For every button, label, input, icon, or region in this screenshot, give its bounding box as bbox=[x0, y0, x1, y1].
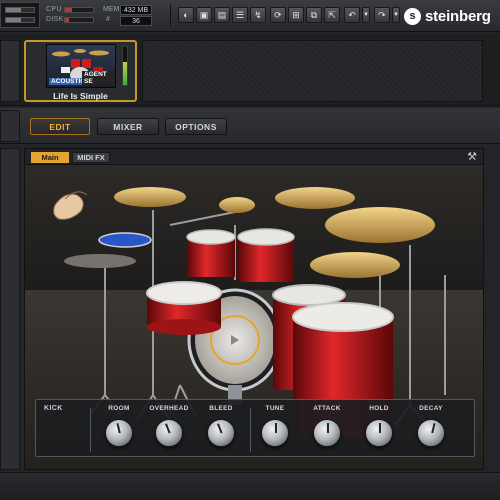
hold-label: HOLD bbox=[369, 405, 389, 412]
voices-label: # bbox=[106, 16, 110, 23]
app-window: CPU DISK MEM # 432 MB 36 ◐ ▣ ▤ ☰ ↯ ⟳ ⊞ ⧉… bbox=[0, 0, 500, 500]
tab-midi-fx[interactable]: MIDI FX bbox=[72, 152, 110, 163]
cut-icon: ◐ bbox=[183, 10, 189, 20]
decay-knob-group: DECAY bbox=[406, 405, 456, 447]
export-icon: ⇱ bbox=[328, 9, 336, 20]
preset-level-meter bbox=[122, 46, 128, 86]
output-meter bbox=[0, 2, 40, 28]
hold-knob-group: HOLD bbox=[354, 405, 404, 447]
empty-preset-slot[interactable] bbox=[142, 40, 484, 102]
toolbar-divider bbox=[170, 4, 171, 26]
bleed-label: BLEED bbox=[209, 405, 233, 412]
room-knob-group: ROOM bbox=[94, 405, 144, 447]
voices-value: 36 bbox=[120, 16, 152, 26]
decay-label: DECAY bbox=[419, 405, 443, 412]
loop-icon: ⟳ bbox=[274, 9, 282, 20]
undo-button[interactable]: ↶ bbox=[344, 7, 360, 23]
attack-knob[interactable] bbox=[313, 419, 341, 447]
tune-knob[interactable] bbox=[261, 419, 289, 447]
cpu-meter bbox=[64, 7, 94, 13]
decay-knob[interactable] bbox=[417, 419, 445, 447]
preset-scrollbar[interactable] bbox=[482, 40, 490, 102]
bleed-knob-group: BLEED bbox=[196, 405, 246, 447]
redo-button[interactable]: ↷ bbox=[374, 7, 390, 23]
tab-main[interactable]: Main bbox=[31, 152, 69, 163]
meter-bar-left bbox=[5, 7, 35, 13]
tab-options[interactable]: OPTIONS bbox=[165, 118, 227, 135]
undo-icon: ↶ bbox=[348, 9, 356, 20]
section-tabs: EDIT MIXER OPTIONS bbox=[0, 108, 500, 144]
image-icon: ▣ bbox=[199, 9, 209, 20]
edit-icon-button[interactable]: ▤ bbox=[214, 7, 230, 23]
tune-knob-group: TUNE bbox=[250, 405, 300, 447]
attack-label: ATTACK bbox=[313, 405, 341, 412]
grid-icon: ⊞ bbox=[292, 9, 300, 20]
undo-menu-button[interactable]: ▼ bbox=[362, 7, 370, 23]
layers-icon-button[interactable]: ⧉ bbox=[306, 7, 322, 23]
preset-strip: ACOUSTIC AGENT SE Life Is Simple bbox=[0, 34, 500, 106]
overhead-label: OVERHEAD bbox=[149, 405, 189, 412]
cut-icon-button[interactable]: ◐ bbox=[178, 7, 194, 23]
mem-value: 432 MB bbox=[120, 5, 152, 15]
steinberg-logo[interactable]: s steinberg bbox=[404, 6, 491, 26]
main-left-rail[interactable] bbox=[0, 148, 20, 470]
room-label: ROOM bbox=[108, 405, 130, 412]
settings-icon-button[interactable]: ☰ bbox=[232, 7, 248, 23]
preset-name: Life Is Simple bbox=[53, 91, 108, 101]
kick-mixer-panel: KICK ROOM OVERHEAD BLEED TUNE ATTACK HOL… bbox=[35, 399, 475, 457]
attack-knob-group: ATTACK bbox=[302, 405, 352, 447]
loop-icon-button[interactable]: ⟳ bbox=[270, 7, 286, 23]
disk-label: DISK bbox=[46, 16, 64, 23]
top-toolbar: CPU DISK MEM # 432 MB 36 ◐ ▣ ▤ ☰ ↯ ⟳ ⊞ ⧉… bbox=[0, 0, 500, 32]
room-knob[interactable] bbox=[105, 419, 133, 447]
tune-label: TUNE bbox=[265, 405, 285, 412]
cpu-label: CPU bbox=[46, 6, 62, 13]
preset-left-tab[interactable] bbox=[0, 40, 20, 102]
edit-panel: Main MIDI FX ⚒ KICK ROOM OVERHEAD BLEED … bbox=[24, 148, 484, 470]
bolt-icon-button[interactable]: ↯ bbox=[250, 7, 266, 23]
export-icon-button[interactable]: ⇱ bbox=[324, 7, 340, 23]
mixer-divider bbox=[90, 408, 91, 452]
settings-icon: ☰ bbox=[235, 9, 245, 20]
edit-icon: ▤ bbox=[217, 9, 227, 20]
preset-card[interactable]: ACOUSTIC AGENT SE Life Is Simple bbox=[24, 40, 137, 102]
preset-thumbnail: ACOUSTIC AGENT SE bbox=[46, 44, 116, 88]
chevron-down-icon: ▼ bbox=[363, 12, 369, 18]
edit-panel-header: Main MIDI FX ⚒ bbox=[25, 149, 483, 165]
bleed-knob[interactable] bbox=[207, 419, 235, 447]
layers-icon: ⧉ bbox=[310, 9, 318, 20]
overhead-knob[interactable] bbox=[155, 419, 183, 447]
drum-kit-stage: KICK ROOM OVERHEAD BLEED TUNE ATTACK HOL… bbox=[25, 165, 483, 469]
overhead-knob-group: OVERHEAD bbox=[144, 405, 194, 447]
disk-meter bbox=[64, 17, 94, 23]
tab-mixer[interactable]: MIXER bbox=[97, 118, 159, 135]
mixer-title: KICK bbox=[44, 405, 63, 412]
grid-icon-button[interactable]: ⊞ bbox=[288, 7, 304, 23]
brand-name: steinberg bbox=[425, 7, 491, 25]
tabs-left-handle[interactable] bbox=[0, 110, 20, 142]
wrench-icon[interactable]: ⚒ bbox=[467, 150, 477, 163]
image-icon-button[interactable]: ▣ bbox=[196, 7, 212, 23]
bottom-bar bbox=[0, 472, 500, 500]
steinberg-logo-icon: s bbox=[404, 7, 421, 25]
tab-edit[interactable]: EDIT bbox=[30, 118, 90, 135]
agent-badge: AGENT SE bbox=[82, 71, 115, 85]
meter-bar-right bbox=[5, 17, 35, 23]
chevron-down-icon: ▼ bbox=[393, 12, 399, 18]
redo-icon: ↷ bbox=[378, 9, 386, 20]
hold-knob[interactable] bbox=[365, 419, 393, 447]
mem-label: MEM bbox=[103, 6, 120, 13]
redo-menu-button[interactable]: ▼ bbox=[392, 7, 400, 23]
bolt-icon: ↯ bbox=[254, 9, 262, 20]
clap-icon bbox=[53, 191, 88, 220]
